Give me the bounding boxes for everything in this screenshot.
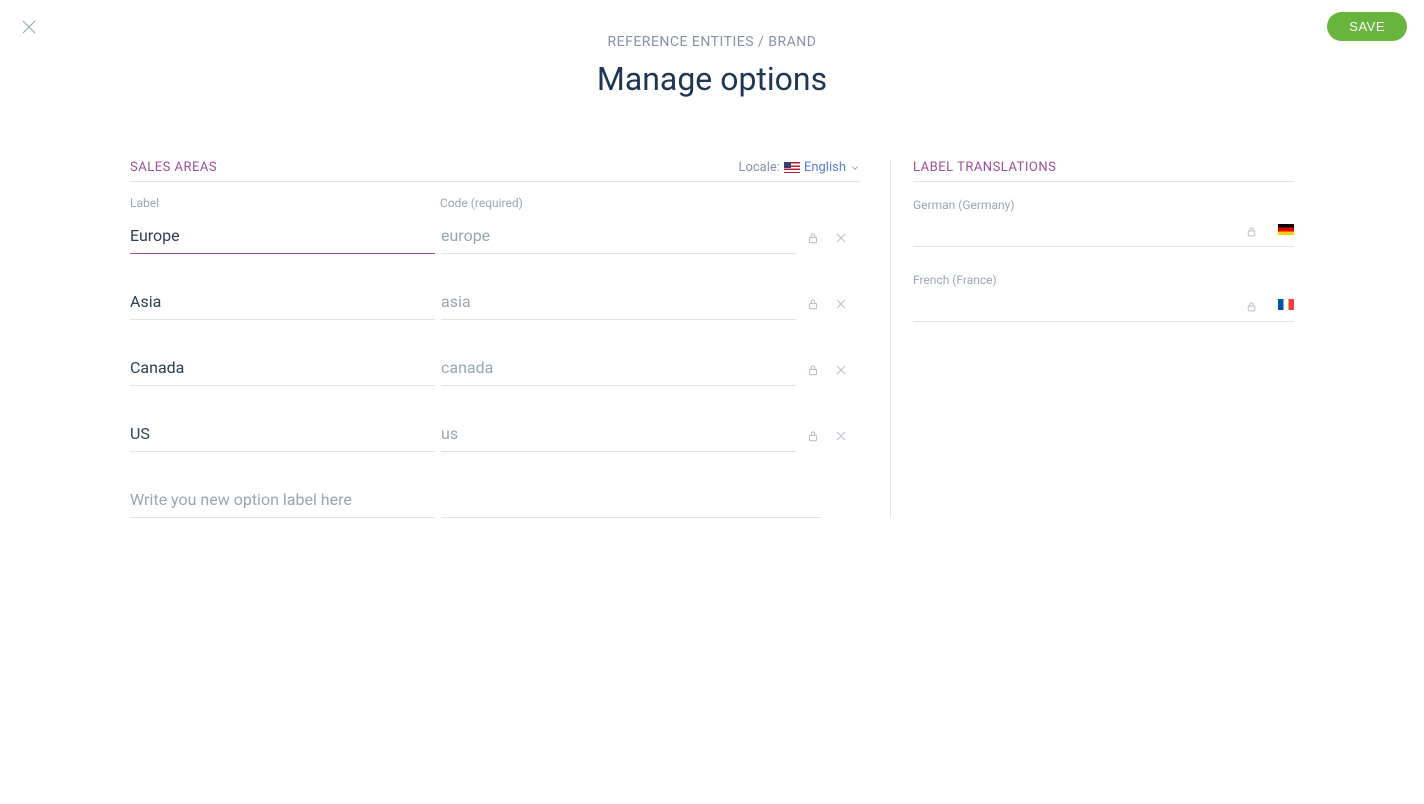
option-row [130, 286, 860, 320]
option-row [130, 220, 860, 254]
delete-option-icon[interactable] [834, 362, 848, 376]
new-option-label-input[interactable] [130, 484, 435, 518]
option-row-actions [806, 428, 848, 442]
lock-icon[interactable] [806, 362, 820, 376]
lock-icon[interactable] [806, 296, 820, 310]
sales-areas-title: SALES AREAS [130, 160, 217, 175]
option-row [130, 418, 860, 452]
flag-de-icon [1278, 224, 1294, 235]
option-code-input[interactable] [441, 418, 796, 452]
translation-input[interactable] [913, 220, 1245, 238]
option-label-input[interactable] [130, 352, 435, 386]
option-code-input[interactable] [441, 352, 796, 386]
translation-input[interactable] [913, 295, 1245, 313]
flag-us-icon [784, 162, 800, 173]
option-label-input[interactable] [130, 286, 435, 320]
sales-areas-panel: SALES AREAS Locale: English Label Code (… [130, 160, 890, 518]
close-button[interactable] [20, 18, 38, 36]
lock-icon[interactable] [1245, 298, 1258, 311]
option-label-input[interactable] [130, 220, 435, 254]
locale-label: Locale: [738, 160, 780, 175]
lock-icon[interactable] [806, 428, 820, 442]
flag-fr-icon [1278, 299, 1294, 310]
option-row [130, 352, 860, 386]
new-option-row [130, 484, 860, 518]
translation-language-label: German (Germany) [913, 198, 1294, 212]
option-row-actions [806, 230, 848, 244]
delete-option-icon[interactable] [834, 230, 848, 244]
column-header-label: Label [130, 196, 440, 210]
option-row-actions [806, 362, 848, 376]
save-button[interactable]: SAVE [1327, 12, 1407, 41]
delete-option-icon[interactable] [834, 296, 848, 310]
column-header-code: Code (required) [440, 196, 860, 210]
chevron-down-icon [850, 163, 860, 173]
locale-picker[interactable]: Locale: English [738, 160, 860, 175]
delete-option-icon[interactable] [834, 428, 848, 442]
option-row-actions [806, 296, 848, 310]
translation-item: French (France) [913, 273, 1294, 322]
option-code-input[interactable] [441, 220, 796, 254]
translations-panel: LABEL TRANSLATIONS German (Germany) Frenc… [890, 160, 1294, 518]
locale-value: English [804, 160, 846, 175]
option-code-input[interactable] [441, 286, 796, 320]
translation-language-label: French (France) [913, 273, 1294, 287]
option-label-input[interactable] [130, 418, 435, 452]
close-icon [20, 18, 38, 36]
lock-icon[interactable] [806, 230, 820, 244]
lock-icon[interactable] [1245, 223, 1258, 236]
translations-title: LABEL TRANSLATIONS [913, 160, 1294, 182]
new-option-code-input[interactable] [441, 484, 821, 518]
translation-input-row [913, 295, 1294, 322]
translation-input-row [913, 220, 1294, 247]
page-title: Manage options [0, 60, 1424, 98]
translation-item: German (Germany) [913, 198, 1294, 247]
